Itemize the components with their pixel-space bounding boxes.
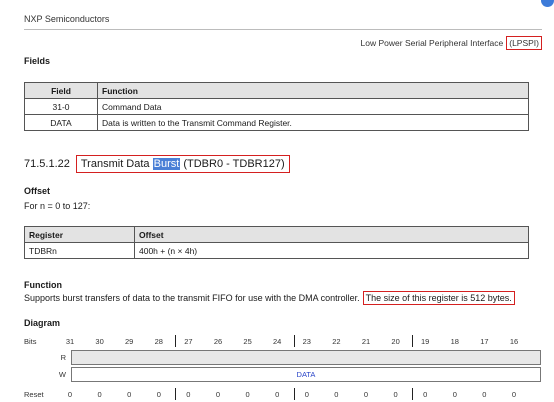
reset-value: 0 xyxy=(215,390,221,399)
fields-heading: Fields xyxy=(24,56,51,66)
cell-field: DATA xyxy=(24,114,98,131)
offset-heading: Offset xyxy=(24,186,51,196)
cell-offset: 400h + (n × 4h) xyxy=(134,242,529,259)
header-divider xyxy=(24,29,542,30)
register-read-row xyxy=(71,350,541,365)
nibble-separator xyxy=(175,335,177,347)
reset-value: 0 xyxy=(97,390,102,399)
cell-function: Data is written to the Transmit Command … xyxy=(97,114,529,131)
chapter-title: Low Power Serial Peripheral Interface xyxy=(360,38,504,48)
section-title-highlight: Transmit Data Burst (TDBR0 - TDBR127) xyxy=(75,155,290,173)
reset-value: 0 xyxy=(156,390,161,399)
reset-value: 0 xyxy=(186,390,191,399)
bit-number: 17 xyxy=(480,337,489,346)
cell-register: TDBRn xyxy=(24,242,135,259)
header-register: Register xyxy=(24,226,135,243)
function-heading: Function xyxy=(24,280,62,290)
bit-number: 18 xyxy=(450,337,459,346)
row-label-r: R xyxy=(60,353,66,362)
header-function: Function xyxy=(97,82,529,99)
nibble-separator xyxy=(293,335,295,347)
header-field: Field xyxy=(24,82,98,99)
reset-value: 0 xyxy=(511,390,517,399)
bit-number: 23 xyxy=(302,337,311,346)
row-label-w: W xyxy=(58,370,66,379)
reset-value: 0 xyxy=(334,390,339,399)
table-row: 31-0 Command Data xyxy=(24,98,529,115)
reset-value: 0 xyxy=(67,390,73,399)
header-offset: Offset xyxy=(134,226,529,243)
cell-function: Command Data xyxy=(97,98,529,115)
reset-label: Reset xyxy=(24,390,44,399)
bit-number: 16 xyxy=(509,337,519,346)
bit-number: 27 xyxy=(184,337,193,346)
chapter-header: Low Power Serial Peripheral Interface (L… xyxy=(361,36,542,50)
reset-value: 0 xyxy=(452,390,457,399)
bit-number: 25 xyxy=(243,337,252,346)
reset-value: 0 xyxy=(304,390,309,399)
reset-value: 0 xyxy=(423,390,428,399)
section-title: 71.5.1.22 Transmit Data Burst (TDBR0 - T… xyxy=(24,155,290,173)
register-write-row: DATA xyxy=(71,367,541,382)
bit-number: 28 xyxy=(154,337,163,346)
diagram-heading: Diagram xyxy=(24,318,61,328)
table-row: TDBRn 400h + (n × 4h) xyxy=(24,242,529,259)
section-number: 71.5.1.22 xyxy=(24,158,70,170)
reset-value: 0 xyxy=(275,390,280,399)
chapter-abbrev-highlight: (LPSPI) xyxy=(506,36,542,50)
title-part: Transmit Data xyxy=(80,158,153,170)
page-badge-icon xyxy=(541,0,554,7)
bit-number: 19 xyxy=(421,337,430,346)
title-part: (TDBR0 - TDBR127) xyxy=(180,158,285,170)
reset-value: 0 xyxy=(393,390,398,399)
bit-number: 29 xyxy=(125,337,134,346)
register-size-highlight: The size of this register is 512 bytes. xyxy=(362,291,515,305)
bit-number: 21 xyxy=(361,337,371,346)
cell-field: 31-0 xyxy=(24,98,98,115)
bit-number: 31 xyxy=(65,337,75,346)
bit-number: 30 xyxy=(95,337,104,346)
bits-label: Bits xyxy=(24,337,37,346)
bit-number: 22 xyxy=(332,337,341,346)
table-header-row: Field Function xyxy=(24,82,529,99)
table-row: DATA Data is written to the Transmit Com… xyxy=(24,114,529,131)
function-text: Supports burst transfers of data to the … xyxy=(24,291,515,305)
reset-value: 0 xyxy=(127,390,132,399)
table-header-row: Register Offset xyxy=(24,226,529,243)
reset-value: 0 xyxy=(245,390,250,399)
nibble-separator xyxy=(412,335,414,347)
fields-table: Field Function 31-0 Command Data DATA Da… xyxy=(24,82,529,131)
offset-text: For n = 0 to 127: xyxy=(24,201,91,211)
reset-value: 0 xyxy=(482,390,487,399)
company-name: NXP Semiconductors xyxy=(24,14,110,24)
selected-word[interactable]: Burst xyxy=(152,158,181,170)
offset-table: Register Offset TDBRn 400h + (n × 4h) xyxy=(24,226,529,259)
function-description: Supports burst transfers of data to the … xyxy=(24,293,360,303)
reset-value: 0 xyxy=(363,390,369,399)
bit-number: 20 xyxy=(391,337,400,346)
bit-number: 26 xyxy=(213,337,223,346)
bit-number: 24 xyxy=(273,337,282,346)
field-name: DATA xyxy=(296,370,316,379)
